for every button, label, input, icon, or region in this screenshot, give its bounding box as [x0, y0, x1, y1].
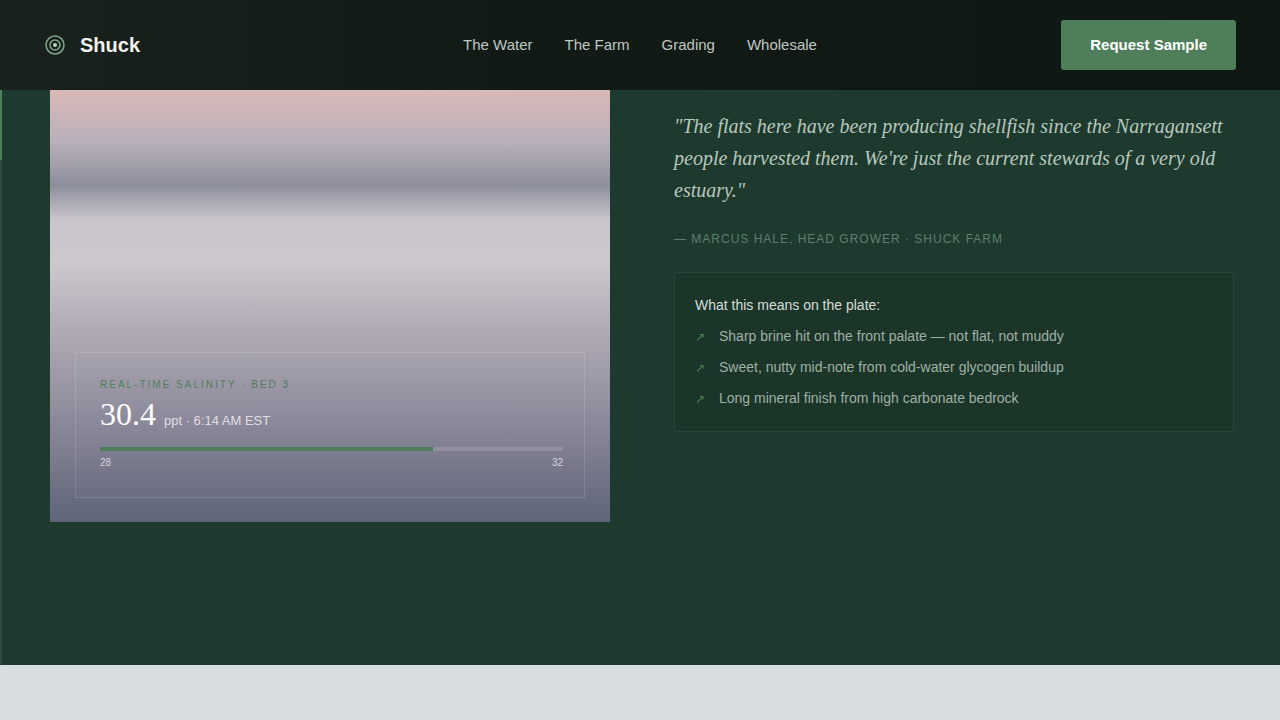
nav-link[interactable]: The Farm: [565, 34, 630, 57]
salinity-min: 28: [100, 455, 111, 470]
nav-link[interactable]: The Water: [463, 34, 532, 57]
arrow-icon: ↗: [695, 390, 707, 408]
quote: "The flats here have been producing shel…: [674, 110, 1234, 206]
plate-title: What this means on the plate:: [695, 295, 1213, 316]
accent-line: [0, 90, 2, 160]
arrow-icon: ↗: [695, 328, 707, 346]
plate-item: ↗ Sweet, nutty mid-note from cold-water g…: [695, 357, 1213, 378]
arrow-icon: ↗: [695, 359, 707, 377]
salinity-track: [100, 447, 563, 451]
header: Shuck The Water The Farm Grading Wholesale Re…: [0, 0, 1280, 90]
main-nav: The Water The Farm Grading Wholesale: [463, 34, 817, 57]
salinity-unit: ppt · 6:14 AM EST: [164, 411, 270, 431]
plate-item-text: Long mineral finish from high carbonate …: [719, 388, 1019, 409]
plate-item-text: Sweet, nutty mid-note from cold-water gl…: [719, 357, 1064, 378]
salinity-fill: [100, 447, 433, 451]
nav-link[interactable]: Wholesale: [747, 34, 817, 57]
water-section: REAL-TIME SALINITY · BED 3 30.4 ppt · 6:14…: [0, 90, 1280, 665]
page: Shuck The Water The Farm Grading Wholesale Re…: [0, 0, 1280, 720]
request-sample-button[interactable]: Request Sample: [1061, 20, 1236, 70]
logo[interactable]: Shuck: [44, 30, 344, 60]
quote-attribution: — MARCUS HALE, HEAD GROWER · SHUCK FARM: [674, 230, 1234, 248]
logo-text: Shuck: [80, 30, 140, 60]
salinity-max: 32: [552, 455, 563, 470]
plate-item: ↗ Sharp brine hit on the front palate — n…: [695, 326, 1213, 347]
salinity-label: REAL-TIME SALINITY · BED 3: [100, 377, 560, 392]
salinity-overlay: REAL-TIME SALINITY · BED 3 30.4 ppt · 6:14…: [75, 352, 585, 498]
plate-card: What this means on the plate: ↗ Sharp brin…: [674, 272, 1234, 432]
salinity-value: 30.4: [100, 398, 156, 430]
plate-item-text: Sharp brine hit on the front palate — no…: [719, 326, 1064, 347]
target-logo-icon: [44, 34, 66, 56]
estuary-photo: REAL-TIME SALINITY · BED 3 30.4 ppt · 6:14…: [50, 90, 610, 522]
quote-column: "The flats here have been producing shel…: [674, 90, 1234, 665]
plate-item: ↗ Long mineral finish from high carbonate…: [695, 388, 1213, 409]
next-section: [0, 665, 1280, 720]
nav-link[interactable]: Grading: [662, 34, 715, 57]
